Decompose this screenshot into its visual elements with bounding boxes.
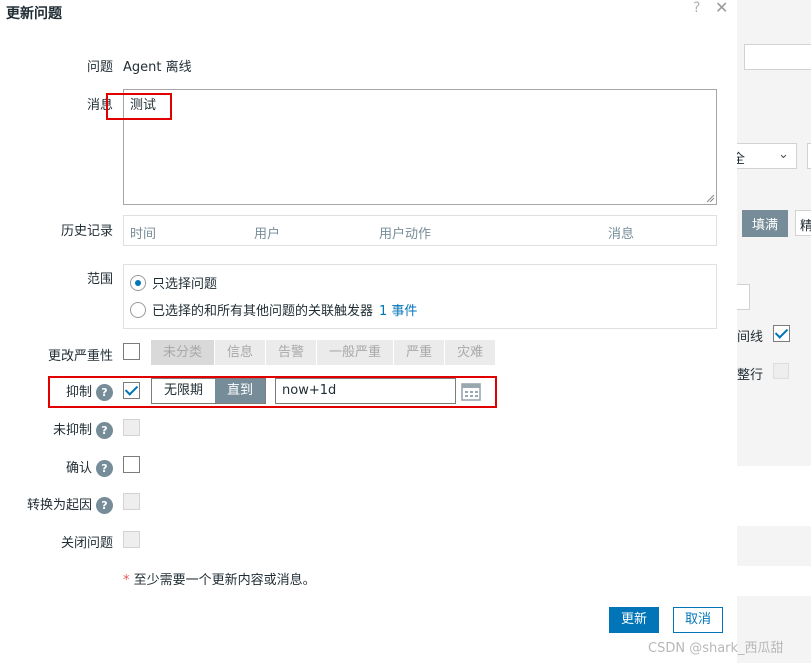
severity-not-classified: 未分类 <box>151 340 216 365</box>
required-hint-text: 至少需要一个更新内容或消息。 <box>133 573 316 588</box>
scope-option2-label: 已选择的和所有其他问题的关联触发器 <box>152 304 374 319</box>
severity-selector: 未分类 信息 告警 一般严重 严重 灾难 <box>151 340 497 365</box>
history-label: 历史记录 <box>60 224 113 239</box>
cancel-button[interactable]: 取消 <box>673 607 724 633</box>
suppress-until-input[interactable]: now+1d <box>275 378 456 404</box>
event-count-link[interactable]: 1 事件 <box>379 300 417 319</box>
severity-high: 严重 <box>394 340 446 365</box>
bg-select-2 <box>807 143 811 169</box>
close-icon[interactable]: ✕ <box>715 0 728 17</box>
help-icon[interactable]: ? <box>96 384 113 401</box>
severity-disaster: 灾难 <box>445 340 497 365</box>
history-col-user-action: 用户动作 <box>379 227 432 242</box>
history-col-user: 用户 <box>254 227 281 242</box>
bg-input <box>744 44 811 70</box>
radio-selected[interactable] <box>130 274 146 291</box>
watermark: CSDN @shark_西瓜甜 <box>648 641 784 656</box>
bg-fill-button-2: 精 <box>795 210 811 236</box>
convert-cause-label-row: 转换为起因? <box>27 494 113 514</box>
suppress-checkbox[interactable] <box>123 382 140 399</box>
radio-unselected[interactable] <box>130 301 146 318</box>
help-icon[interactable]: ? <box>96 497 113 514</box>
scope-box: 只选择问题 已选择的和所有其他问题的关联触发器 1 事件 <box>123 264 717 329</box>
scope-label: 范围 <box>86 272 113 287</box>
severity-average: 一般严重 <box>317 340 395 365</box>
history-table: 时间 用户 用户动作 消息 <box>123 215 717 246</box>
bg-panel-2 <box>737 566 811 596</box>
severity-information: 信息 <box>215 340 267 365</box>
suppress-until-button[interactable]: 直到 <box>215 379 266 403</box>
scope-option-related[interactable]: 已选择的和所有其他问题的关联触发器 1 事件 <box>130 300 417 319</box>
history-col-message: 消息 <box>608 227 635 242</box>
convert-cause-checkbox <box>123 493 140 510</box>
scope-option1-label: 只选择问题 <box>152 277 218 292</box>
severity-warning: 告警 <box>266 340 318 365</box>
severity-label: 更改严重性 <box>47 349 113 364</box>
update-button[interactable]: 更新 <box>609 607 660 633</box>
unsuppress-label: 未抑制 <box>52 423 92 438</box>
suppress-mode-toggle: 无限期 直到 <box>151 378 267 404</box>
bg-fill-button: 填满 <box>742 210 789 237</box>
chevron-down-icon: ⌄ <box>778 147 789 162</box>
ack-label-row: 确认? <box>66 457 113 477</box>
suppress-label: 抑制 <box>65 385 92 400</box>
bg-row1-label: 间线 <box>737 330 764 345</box>
severity-checkbox[interactable] <box>123 343 140 360</box>
bg-row2-label: 整行 <box>737 368 764 383</box>
bg-box-small <box>737 284 750 310</box>
background-page: 全 ⌄ 填满 精 间线 整行 <box>737 0 811 663</box>
highlight-box-message <box>106 93 172 120</box>
bg-checkbox-2 <box>773 363 789 379</box>
help-icon[interactable]: ? <box>96 422 113 439</box>
problem-label: 问题 <box>86 60 113 75</box>
bg-select-text: 全 <box>737 152 746 167</box>
required-star: * <box>123 573 130 588</box>
ack-checkbox[interactable] <box>123 456 140 473</box>
suppress-label-row: 抑制? <box>66 381 113 401</box>
resize-handle-icon[interactable] <box>706 194 715 203</box>
scope-option-only-problem[interactable]: 只选择问题 <box>130 273 217 292</box>
calendar-icon[interactable] <box>460 380 482 402</box>
convert-cause-label: 转换为起因 <box>26 498 92 513</box>
problem-value: Agent 离线 <box>123 60 192 75</box>
bg-select: 全 ⌄ <box>737 143 797 169</box>
suppress-indefinite-button[interactable]: 无限期 <box>152 379 215 403</box>
close-problem-label: 关闭问题 <box>60 536 113 551</box>
update-problem-dialog: 更新问题 ? ✕ 问题 Agent 离线 消息 测试 历史记录 时间 用户 用户… <box>0 0 737 663</box>
close-problem-checkbox <box>123 531 140 548</box>
bg-panel <box>737 466 811 526</box>
help-icon[interactable]: ? <box>693 0 700 16</box>
history-col-time: 时间 <box>130 227 157 242</box>
ack-label: 确认 <box>65 461 92 476</box>
help-icon[interactable]: ? <box>96 460 113 477</box>
message-textarea[interactable]: 测试 <box>123 89 717 205</box>
bg-checkbox-1 <box>773 325 790 342</box>
dialog-title: 更新问题 <box>6 6 62 22</box>
required-hint: * 至少需要一个更新内容或消息。 <box>123 569 316 588</box>
unsuppress-label-row: 未抑制? <box>53 419 113 439</box>
unsuppress-checkbox <box>123 419 140 436</box>
